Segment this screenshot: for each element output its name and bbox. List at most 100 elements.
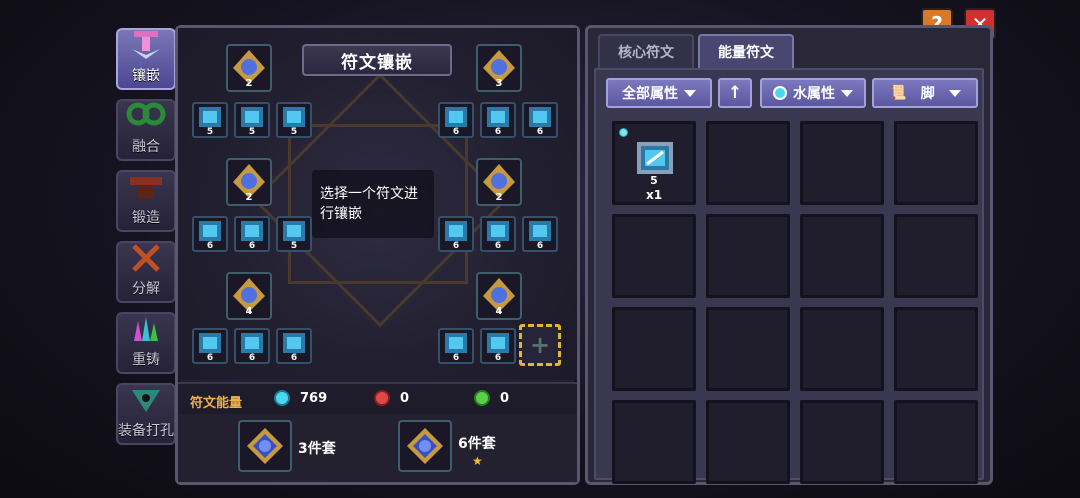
energy-rune-slot[interactable]: 6 [438,328,474,364]
water-rune-icon: 6 [487,107,509,135]
water-rune-icon: 5 [283,221,305,249]
water-rune-icon: 6 [529,107,551,135]
svg-text:6: 6 [537,127,543,135]
core-rune-slot[interactable]: 2 [226,158,272,206]
energy-rune-slot[interactable]: 6 [276,328,312,364]
inventory-cell[interactable] [894,307,978,391]
core-rune-slot[interactable]: 3 [476,44,522,92]
svg-text:2: 2 [496,192,503,202]
tab-core-runes[interactable]: 核心符文 [598,34,694,68]
water-rune-icon: 5 [283,107,305,135]
core-rune-slot[interactable]: 2 [476,158,522,206]
water-rune-icon: 6 [529,221,551,249]
inlay-hint: 选择一个符文进行镶嵌 [312,170,434,238]
inventory-cell[interactable] [800,307,884,391]
energy-rune-slot[interactable]: 6 [522,102,558,138]
sidebar-item-inlay[interactable]: 镶嵌 [116,28,176,90]
inventory-cell[interactable] [800,121,884,205]
sidebar-item-recast[interactable]: 重铸 [116,312,176,374]
core-rune-slot[interactable]: 4 [476,272,522,320]
core-rune-slot[interactable]: 4 [226,272,272,320]
rune-level: 5 [650,174,658,187]
sidebar-item-label: 分解 [132,281,160,297]
inventory-cell[interactable] [612,400,696,484]
slot-filter[interactable]: 📜 脚 [872,78,978,108]
water-rune-icon: 6 [445,333,467,361]
recast-icon [126,313,166,347]
inventory-cell[interactable] [706,121,790,205]
energy-rune-slot[interactable]: 6 [234,328,270,364]
inventory-cell[interactable] [612,307,696,391]
energy-rune-slot[interactable]: 6 [438,216,474,252]
energy-rune-slot[interactable]: 6 [480,328,516,364]
sidebar-item-forge[interactable]: 锻造 [116,170,176,232]
inventory-cell[interactable]: 5 x1 [612,121,696,205]
energy-rune-slot[interactable]: 6 [480,102,516,138]
svg-text:3: 3 [496,78,503,88]
inventory-cell[interactable] [706,214,790,298]
rune-inventory-panel: 核心符文 能量符文 全部属性 ↑ 水属性 📜 脚 5 x1 [585,25,993,485]
svg-text:6: 6 [249,353,255,361]
energy-rune-slot[interactable]: 6 [522,216,558,252]
core-rune-icon: 3 [483,50,515,88]
core-rune-icon: 2 [233,50,265,88]
svg-text:6: 6 [495,353,501,361]
fusion-icon [126,100,166,134]
inventory-cell[interactable] [800,214,884,298]
water-rune-icon: 5 [241,107,263,135]
energy-rune-slot[interactable]: 6 [480,216,516,252]
svg-text:5: 5 [249,127,255,135]
energy-rune-slot[interactable]: 5 [276,216,312,252]
inventory-cell[interactable] [612,214,696,298]
inventory-cell[interactable] [706,307,790,391]
wood-energy-icon [474,390,490,406]
slot-filter-label: 脚 [920,86,935,102]
water-element-marker-icon [619,128,628,137]
water-rune-icon: 6 [199,221,221,249]
svg-text:5: 5 [207,127,213,135]
inventory-cell[interactable] [894,121,978,205]
add-rune-slot[interactable]: + [519,324,561,366]
energy-rune-slot[interactable]: 6 [192,216,228,252]
sidebar-item-label: 装备打孔 [118,423,174,439]
svg-text:6: 6 [207,241,213,249]
svg-text:2: 2 [246,192,253,202]
svg-text:6: 6 [537,241,543,249]
star-icon: ★ [472,454,483,468]
fire-energy: 0 [374,390,409,406]
inventory-cell[interactable] [894,214,978,298]
sidebar-item-decompose[interactable]: 分解 [116,241,176,303]
core-rune-slot[interactable]: 2 [226,44,272,92]
sort-button[interactable]: ↑ [718,78,752,108]
svg-text:2: 2 [246,78,253,88]
energy-rune-slot[interactable]: 5 [192,102,228,138]
set-6-button[interactable] [398,420,452,472]
energy-rune-slot[interactable]: 5 [234,102,270,138]
set-rune-icon [247,428,283,464]
inventory-cell[interactable] [800,400,884,484]
element-filter[interactable]: 水属性 [760,78,866,108]
water-rune-icon: 6 [445,107,467,135]
energy-rune-slot[interactable]: 6 [438,102,474,138]
core-rune-icon: 2 [233,164,265,202]
set-rune-icon [407,428,443,464]
set-3-button[interactable] [238,420,292,472]
item-count: x1 [645,188,663,202]
chevron-down-icon [684,89,696,97]
set-3-label: 3件套 [298,441,336,457]
svg-text:6: 6 [249,241,255,249]
svg-text:5: 5 [291,241,297,249]
inventory-cell[interactable] [706,400,790,484]
attribute-filter[interactable]: 全部属性 [606,78,712,108]
energy-rune-slot[interactable]: 6 [192,328,228,364]
core-rune-icon: 4 [233,278,265,316]
rune-board: 符文镶嵌 选择一个符文进行镶嵌 2 3 2 2 4 4 5 5 5 6 6 6 … [178,28,577,380]
water-rune-icon: 5 [199,107,221,135]
energy-rune-slot[interactable]: 6 [234,216,270,252]
sidebar-item-socket-punch[interactable]: 装备打孔 [116,383,176,445]
energy-rune-slot[interactable]: 5 [276,102,312,138]
tab-energy-runes[interactable]: 能量符文 [698,34,794,68]
inventory-cell[interactable] [894,400,978,484]
set-bonus-row: 3件套 6件套 ★ [178,414,577,482]
sidebar-item-fusion[interactable]: 融合 [116,99,176,161]
